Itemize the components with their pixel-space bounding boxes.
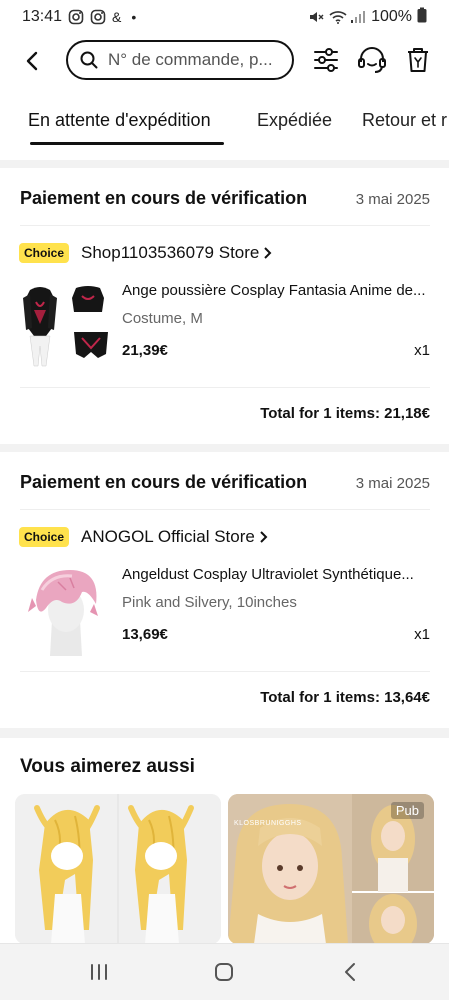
chevron-right-icon xyxy=(263,246,273,260)
section-title: Vous aimerez aussi xyxy=(20,756,195,777)
product-price: 13,69€ xyxy=(122,626,168,643)
product-title[interactable]: Angeldust Cosplay Ultraviolet Synthétiqu… xyxy=(122,566,430,583)
trash-icon xyxy=(408,48,428,72)
tab-awaiting-shipment[interactable]: En attente d'expédition xyxy=(28,110,211,131)
recents-icon xyxy=(91,964,107,980)
sliders-icon xyxy=(314,48,338,72)
back-icon xyxy=(345,963,355,981)
search-icon xyxy=(80,51,98,69)
instagram-icon xyxy=(68,9,84,25)
store-name: ANOGOL Official Store xyxy=(81,527,255,546)
product-thumbnail-wig[interactable] xyxy=(18,560,110,660)
system-back-button[interactable] xyxy=(336,960,364,984)
tab-returns[interactable]: Retour et r xyxy=(362,110,447,131)
divider xyxy=(20,225,430,226)
home-button[interactable] xyxy=(210,960,238,984)
support-button[interactable] xyxy=(357,46,387,74)
divider xyxy=(20,671,430,672)
product-title[interactable]: Ange poussière Cosplay Fantasia Anime de… xyxy=(122,282,430,299)
order-status-tabs: En attente d'expédition Expédiée Retour … xyxy=(0,88,449,160)
chevron-right-icon xyxy=(259,530,269,544)
product-quantity: x1 xyxy=(414,626,430,643)
order-date: 3 mai 2025 xyxy=(355,475,430,492)
recommended-product-blonde-wig[interactable] xyxy=(15,794,221,944)
header-bar xyxy=(0,34,449,88)
order-status: Paiement en cours de vérification xyxy=(20,472,308,492)
divider xyxy=(20,387,430,388)
active-tab-indicator xyxy=(30,142,224,145)
search-input[interactable] xyxy=(108,50,284,70)
order-card[interactable]: Paiement en cours de vérification 3 mai … xyxy=(0,452,449,728)
recents-button[interactable] xyxy=(85,960,113,984)
product-thumbnail-bodysuit[interactable] xyxy=(18,280,110,376)
system-nav-bar xyxy=(0,943,449,1000)
choice-badge: Choice xyxy=(19,243,70,263)
order-total: Total for 1 items: 21,18€ xyxy=(260,405,430,422)
search-bar[interactable] xyxy=(66,40,294,80)
store-link[interactable]: Choice Shop1103536079 Store xyxy=(19,243,273,263)
status-extra: & xyxy=(112,9,122,25)
store-name: Shop1103536079 Store xyxy=(81,243,260,262)
order-card[interactable]: Paiement en cours de vérification 3 mai … xyxy=(0,168,449,444)
tab-shipped[interactable]: Expédiée xyxy=(257,110,332,131)
signal-icon xyxy=(350,9,366,25)
battery-level: 100% xyxy=(371,8,412,25)
product-variant: Costume, M xyxy=(122,310,203,327)
filter-button[interactable] xyxy=(312,46,340,74)
order-total: Total for 1 items: 13,64€ xyxy=(260,689,430,706)
order-list-screen: 13:41 & • 100% N° de commande, p... En a… xyxy=(0,0,449,1000)
instagram-icon xyxy=(90,9,106,25)
recommended-product-wavy-wig-ad[interactable]: Pub KLOSBRUNIGGHS xyxy=(228,794,434,944)
store-link[interactable]: Choice ANOGOL Official Store xyxy=(19,527,269,547)
status-bar: 13:41 & • 100% xyxy=(0,0,449,34)
order-status: Paiement en cours de vérification xyxy=(20,188,308,208)
headset-icon xyxy=(358,47,386,73)
brand-watermark: KLOSBRUNIGGHS xyxy=(234,820,302,827)
product-quantity: x1 xyxy=(414,342,430,359)
divider xyxy=(20,509,430,510)
chevron-left-icon xyxy=(26,51,38,71)
delete-button[interactable] xyxy=(404,46,432,74)
order-header: Paiement en cours de vérification 3 mai … xyxy=(20,188,430,209)
ad-badge: Pub xyxy=(390,802,424,819)
mute-icon xyxy=(308,9,324,25)
product-variant: Pink and Silvery, 10inches xyxy=(122,594,297,611)
order-header: Paiement en cours de vérification 3 mai … xyxy=(20,472,430,493)
back-button[interactable] xyxy=(20,48,44,74)
clock: 13:41 xyxy=(22,8,63,25)
order-date: 3 mai 2025 xyxy=(355,191,430,208)
home-icon xyxy=(215,963,233,981)
product-price: 21,39€ xyxy=(122,342,168,359)
battery-icon xyxy=(417,7,427,28)
choice-badge: Choice xyxy=(19,527,70,547)
wifi-icon xyxy=(329,9,347,25)
status-dot: • xyxy=(131,9,137,25)
